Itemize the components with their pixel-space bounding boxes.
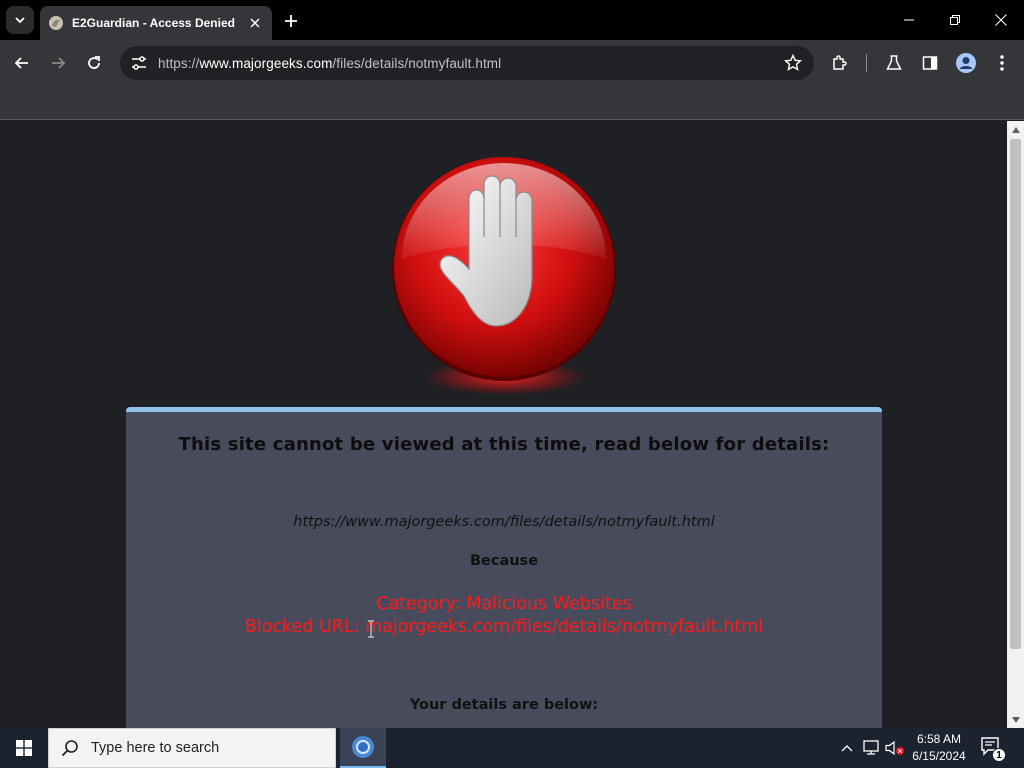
url-path: /files/details/notmyfault.html [332,55,502,71]
volume-muted-icon [885,740,904,756]
tab-search-button[interactable] [6,6,34,34]
text-cursor-icon [368,620,374,638]
browser-tab-active[interactable]: E2Guardian - Access Denied [40,6,272,40]
new-tab-button[interactable] [280,10,302,32]
scroll-down-arrow[interactable] [1007,711,1024,728]
minimize-icon [904,19,914,21]
close-window-button[interactable] [978,0,1024,40]
arrow-right-icon [52,57,66,69]
notification-badge: 1 [992,748,1006,762]
bookmarks-bar [0,86,1024,120]
taskbar-clock[interactable]: 6:58 AM 6/15/2024 [904,731,974,765]
block-category-text: Category: Malicious Websites [376,594,632,614]
address-bar-url: https://www.majorgeeks.com/files/details… [158,56,501,71]
url-scheme: https:// [158,55,200,71]
search-icon [61,740,78,757]
plus-icon [285,15,297,27]
minimize-button[interactable] [886,0,932,40]
bookmark-star-icon[interactable] [784,54,802,72]
back-button[interactable] [8,49,36,77]
network-icon [863,740,879,755]
forward-button[interactable] [44,49,72,77]
search-placeholder: Type here to search [91,740,220,756]
scroll-up-arrow[interactable] [1007,121,1024,138]
block-message-panel: This site cannot be viewed at this time,… [126,407,882,728]
close-icon [250,18,260,28]
side-panel-button[interactable] [918,51,942,75]
side-panel-icon [922,56,938,70]
labs-button[interactable] [882,51,906,75]
profile-button[interactable] [954,51,978,75]
restore-icon [950,15,960,25]
clock-date: 6/15/2024 [912,749,966,763]
tab-title: E2Guardian - Access Denied [72,16,235,30]
menu-button[interactable] [990,51,1014,75]
avatar-icon [956,53,976,73]
puzzle-icon [833,55,847,70]
extensions-button[interactable] [828,51,852,75]
show-hidden-icons-button[interactable] [838,728,856,768]
chrome-icon [352,736,374,758]
page-scrollbar[interactable] [1007,121,1024,728]
chevron-up-icon [841,745,853,752]
start-button[interactable] [0,728,48,768]
browser-toolbar: https://www.majorgeeks.com/files/details… [0,40,1024,86]
site-info-icon[interactable] [130,54,148,72]
e2guardian-favicon-icon [49,16,63,30]
volume-button[interactable] [884,728,906,768]
reload-icon [88,56,100,69]
triangle-down-icon [1011,716,1020,723]
scrollbar-thumb[interactable] [1010,139,1021,649]
blocked-url-reason-text: Blocked URL: majorgeeks.com/files/detail… [244,617,764,637]
taskbar-search-box[interactable]: Type here to search [48,728,336,768]
windows-taskbar: Type here to search 6:58 AM 6/15/2024 1 [0,728,1024,768]
windows-logo-icon [16,740,32,756]
chevron-down-icon [15,17,25,24]
taskbar-chrome-app[interactable] [340,728,386,768]
close-icon [995,14,1007,26]
url-host: www.majorgeeks.com [199,55,333,71]
triangle-up-icon [1011,126,1020,133]
stop-hand-icon [392,157,616,395]
browser-title-bar: E2Guardian - Access Denied [0,0,1024,40]
restore-button[interactable] [932,0,978,40]
clock-time: 6:58 AM [916,732,962,746]
network-status-button[interactable] [860,728,882,768]
more-vertical-icon [1000,55,1004,71]
page-viewport: This site cannot be viewed at this time,… [0,121,1007,728]
address-bar[interactable]: https://www.majorgeeks.com/files/details… [120,46,814,80]
reload-button[interactable] [80,49,108,77]
flask-icon [886,55,902,70]
details-heading: Your details are below: [409,697,599,713]
requested-url-text: https://www.majorgeeks.com/files/details… [293,514,715,530]
arrow-left-icon [14,57,28,69]
page-title: This site cannot be viewed at this time,… [178,434,830,455]
because-label: Because [469,553,539,569]
tab-close-button[interactable] [246,14,264,32]
notification-center-button[interactable]: 1 [980,736,1006,762]
toolbar-divider [866,54,867,72]
